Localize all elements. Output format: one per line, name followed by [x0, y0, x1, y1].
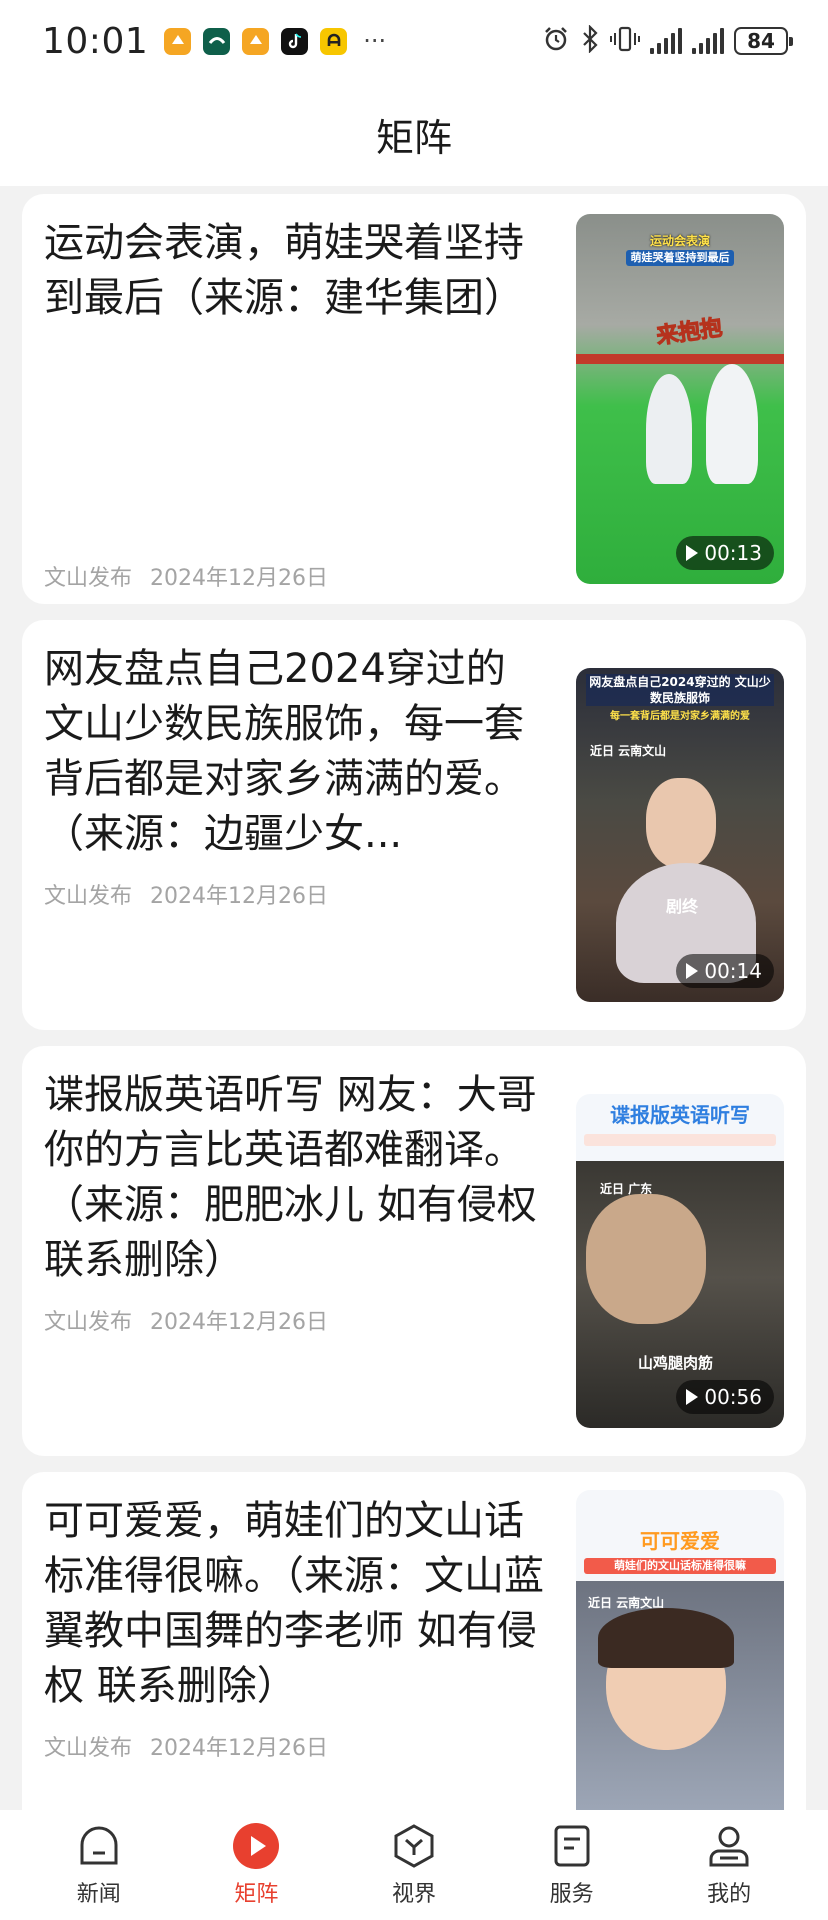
video-thumbnail[interactable]: 谍报版英语听写 近日 广东 山鸡腿肉筋 00:56 [576, 1094, 784, 1428]
thumbnail-sticker: 剧终 [666, 897, 699, 916]
app-icon-yellow [320, 27, 348, 55]
card-source: 文山发布 [44, 1736, 133, 1761]
card-meta: 文山发布 2024年12月26日 [44, 1730, 328, 1762]
card-source: 文山发布 [44, 1310, 133, 1335]
thumbnail-caption: 运动会表演 [649, 234, 710, 248]
nav-label: 服务 [549, 1882, 594, 1907]
app-icon-orange-1 [164, 27, 192, 55]
tiktok-icon [281, 27, 309, 55]
thumbnail-sticker: 来抱抱 [654, 315, 724, 350]
nav-label: 矩阵 [234, 1882, 279, 1907]
feed-card[interactable]: 可可爱爱，萌娃们的文山话标准得很嘛。（来源：文山蓝翼教中国舞的李老师 如有侵权 … [22, 1472, 806, 1810]
person-figure [586, 1194, 706, 1324]
thumbnail-subcaption: 萌娃哭着坚持到最后 [626, 250, 734, 266]
title-bar: 矩阵 [0, 82, 828, 186]
video-duration-badge: 00:14 [676, 954, 774, 988]
play-icon [686, 963, 699, 979]
child-figure-left [646, 374, 692, 484]
card-meta: 文山发布 2024年12月26日 [44, 560, 328, 592]
play-icon [686, 1389, 699, 1405]
alarm-icon [542, 25, 570, 57]
app-icon-green [203, 27, 231, 55]
card-source: 文山发布 [44, 566, 133, 591]
vision-hexagon-icon [390, 1822, 438, 1870]
app-icon-orange-2 [242, 27, 270, 55]
nav-item-service[interactable]: 服务 [512, 1822, 632, 1908]
feed-card[interactable]: 谍报版英语听写 网友：大哥 你的方言比英语都难翻译。（来源：肥肥冰儿 如有侵权 … [22, 1046, 806, 1456]
card-meta: 文山发布 2024年12月26日 [44, 1304, 328, 1336]
nav-label: 我的 [707, 1882, 752, 1907]
video-duration-badge: 00:56 [676, 1380, 774, 1414]
video-thumbnail[interactable]: 网友盘点自己2024穿过的 文山少数民族服饰 每一套背后都是对家乡满满的爱 近日… [576, 668, 784, 1002]
card-title[interactable]: 网友盘点自己2024穿过的文山少数民族服饰，每一套背后都是对家乡满满的爱。（来源… [44, 642, 544, 862]
news-feed[interactable]: 运动会表演，萌娃哭着坚持到最后（来源：建华集团） 文山发布 2024年12月26… [0, 186, 828, 1810]
bottom-nav: 新闻 矩阵 视界 服务 我的 [0, 1810, 828, 1920]
profile-icon [705, 1822, 753, 1870]
feed-card[interactable]: 网友盘点自己2024穿过的文山少数民族服饰，每一套背后都是对家乡满满的爱。（来源… [22, 620, 806, 1030]
status-left: 10:01 ··· [42, 21, 386, 62]
child-figure-right [706, 364, 758, 484]
nav-item-profile[interactable]: 我的 [669, 1822, 789, 1908]
play-icon [686, 545, 699, 561]
thumbnail-subcaption: 萌娃们的文山话标准得很嘛 [584, 1558, 776, 1574]
status-time: 10:01 [42, 20, 149, 62]
nav-label: 视界 [391, 1882, 436, 1907]
card-meta: 文山发布 2024年12月26日 [44, 878, 328, 910]
nav-label: 新闻 [76, 1882, 121, 1907]
signal-strength-icon-2 [692, 28, 724, 54]
video-duration: 00:56 [704, 1385, 762, 1409]
video-duration: 00:14 [704, 959, 762, 983]
nav-item-matrix[interactable]: 矩阵 [196, 1822, 316, 1908]
thumbnail-caption: 网友盘点自己2024穿过的 文山少数民族服饰 [586, 674, 774, 706]
thumbnail-location-tag: 近日 云南文山 [590, 744, 667, 758]
video-thumbnail[interactable]: 运动会表演 萌娃哭着坚持到最后 来抱抱 00:13 [576, 214, 784, 584]
thumbnail-sticker: 山鸡腿肉筋 [638, 1354, 714, 1372]
video-thumbnail[interactable]: 可可爱爱 萌娃们的文山话标准得很嘛 近日 云南文山 [576, 1490, 784, 1810]
vibrate-icon [610, 25, 640, 57]
card-date: 2024年12月26日 [150, 566, 328, 591]
video-duration: 00:13 [704, 541, 762, 565]
nav-item-vision[interactable]: 视界 [354, 1822, 474, 1908]
card-date: 2024年12月26日 [150, 1736, 328, 1761]
thumbnail-caption: 谍报版英语听写 [610, 1103, 750, 1127]
child-hair [598, 1608, 734, 1668]
card-source: 文山发布 [44, 884, 133, 909]
more-notifications-icon: ··· [363, 27, 387, 55]
thumbnail-subcaption: 每一套背后都是对家乡满满的爱 [610, 711, 750, 722]
card-title[interactable]: 谍报版英语听写 网友：大哥 你的方言比英语都难翻译。（来源：肥肥冰儿 如有侵权 … [44, 1068, 544, 1288]
nav-item-news[interactable]: 新闻 [39, 1822, 159, 1908]
feed-card[interactable]: 运动会表演，萌娃哭着坚持到最后（来源：建华集团） 文山发布 2024年12月26… [22, 194, 806, 604]
play-circle-icon [232, 1822, 280, 1870]
page-title: 矩阵 [375, 115, 452, 160]
signal-strength-icon-1 [650, 28, 682, 54]
video-duration-badge: 00:13 [676, 536, 774, 570]
news-icon [75, 1822, 123, 1870]
battery-indicator: 84 [734, 27, 793, 55]
card-title[interactable]: 运动会表演，萌娃哭着坚持到最后（来源：建华集团） [44, 216, 544, 326]
service-document-icon [548, 1822, 596, 1870]
thumbnail-banner [584, 1134, 776, 1146]
status-right: 84 [542, 24, 793, 57]
thumbnail-caption: 可可爱爱 [640, 1529, 720, 1553]
person-figure [646, 778, 716, 868]
bluetooth-icon [580, 24, 600, 57]
status-bar: 10:01 ··· 84 [0, 0, 828, 82]
card-date: 2024年12月26日 [150, 884, 328, 909]
card-date: 2024年12月26日 [150, 1310, 328, 1335]
card-title[interactable]: 可可爱爱，萌娃们的文山话标准得很嘛。（来源：文山蓝翼教中国舞的李老师 如有侵权 … [44, 1494, 544, 1714]
